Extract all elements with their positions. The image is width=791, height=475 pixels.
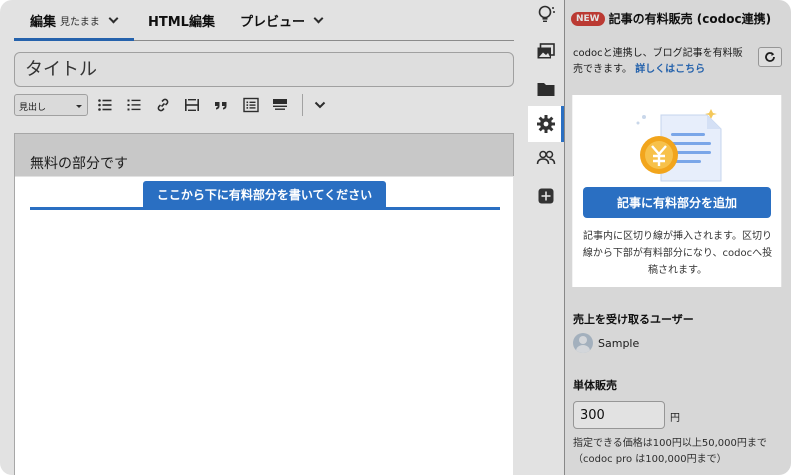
link-icon [157, 98, 169, 112]
folder-icon [537, 83, 555, 96]
title-input[interactable] [14, 52, 514, 87]
tab-wysiwyg-sublabel: 見たまま [60, 17, 100, 28]
editor-toolbar: 見出し [14, 94, 514, 116]
paid-part-area[interactable]: ここから下に有料部分を書いてください [15, 176, 515, 475]
price-unit: 円 [670, 413, 680, 424]
chevron-down-icon [314, 101, 326, 109]
tab-wysiwyg-label: 編集 [30, 15, 57, 30]
add-paid-part-note: 記事内に区切り線が挿入されます。区切り線から下部が有料部分になり、codocへ投… [582, 231, 773, 276]
new-badge: NEW [571, 11, 605, 26]
tab-html[interactable]: HTML編集 [148, 0, 215, 41]
numbered-list-icon [127, 99, 141, 111]
strip-tips-button[interactable] [532, 0, 560, 28]
more-tag-button[interactable] [182, 95, 202, 115]
paid-divider-button[interactable] [270, 95, 290, 115]
gear-icon [537, 115, 555, 133]
price-range-note: 指定できる価格は100円以上50,000円まで（codoc pro は100,0… [573, 438, 767, 465]
paid-article-illustration [636, 109, 722, 182]
bullet-list-button[interactable] [95, 95, 115, 115]
heading-select[interactable]: 見出し [14, 94, 88, 116]
strip-photo-button[interactable] [532, 38, 560, 66]
single-sale-title: 単体販売 [573, 379, 617, 392]
avatar [573, 333, 593, 353]
quote-icon [215, 102, 227, 110]
tab-wysiwyg[interactable]: 編集 見たまま [30, 0, 119, 41]
editor-pane: 編集 見たまま HTML編集 プレビュー 見出し [0, 0, 528, 475]
tab-preview[interactable]: プレビュー [240, 0, 324, 41]
editor-tabs: 編集 見たまま HTML編集 プレビュー [14, 0, 514, 41]
sidebar-tab-strip [528, 0, 564, 475]
tab-html-label: HTML編集 [148, 15, 215, 30]
strip-folder-button[interactable] [532, 75, 560, 103]
toolbar-separator [302, 94, 303, 116]
toolbar-more-button[interactable] [310, 95, 330, 115]
active-tab-indicator [14, 38, 134, 41]
price-input[interactable] [573, 401, 665, 429]
paid-divider-label: ここから下に有料部分を書いてください [143, 181, 386, 207]
seller-user: Sample [573, 333, 639, 353]
codoc-sidebar: NEW 記事の有料販売 (codoc連携) codocと連携し、ブログ記事を有料… [564, 0, 791, 475]
tab-preview-label: プレビュー [240, 15, 306, 30]
strip-settings-button[interactable] [532, 110, 560, 138]
heading-select-value: 見出し [19, 103, 47, 113]
quote-button[interactable] [211, 95, 231, 115]
sidebar-header: NEW 記事の有料販売 (codoc連携) [571, 10, 771, 27]
table-of-contents-icon [243, 97, 259, 113]
editor-content[interactable]: 無料の部分です ここから下に有料部分を書いてください [14, 133, 515, 475]
link-button[interactable] [153, 95, 173, 115]
strip-add-button[interactable] [532, 182, 560, 210]
more-tag-icon [185, 99, 199, 111]
lightbulb-icon [538, 5, 555, 22]
bullet-list-icon [98, 99, 112, 111]
paid-divider-line [30, 207, 500, 210]
users-icon [536, 150, 556, 165]
add-paid-part-card: 記事に有料部分を追加 記事内に区切り線が挿入されます。区切り線から下部が有料部分… [573, 95, 782, 287]
free-part-text: 無料の部分です [30, 156, 128, 172]
sidebar-title: 記事の有料販売 (codoc連携) [608, 12, 772, 26]
plus-square-icon [538, 188, 554, 204]
numbered-list-button[interactable] [124, 95, 144, 115]
seller-section-title: 売上を受け取るユーザー [573, 313, 694, 326]
refresh-icon [765, 52, 775, 62]
refresh-button[interactable] [758, 47, 782, 67]
app-frame: 編集 見たまま HTML編集 プレビュー 見出し [0, 0, 791, 475]
details-link[interactable]: 詳しくはこちら [635, 64, 705, 75]
table-of-contents-button[interactable] [241, 95, 261, 115]
image-gallery-icon [537, 43, 555, 59]
chevron-down-icon [313, 13, 324, 24]
paid-divider-icon [273, 99, 287, 110]
seller-name: Sample [598, 336, 640, 350]
strip-users-button[interactable] [532, 144, 560, 172]
sidebar-description: codocと連携し、ブログ記事を有料販売できます。 詳しくはこちら [573, 46, 751, 78]
chevron-down-icon [108, 13, 119, 24]
add-paid-part-button[interactable]: 記事に有料部分を追加 [583, 187, 771, 218]
caret-down-icon [76, 105, 82, 108]
